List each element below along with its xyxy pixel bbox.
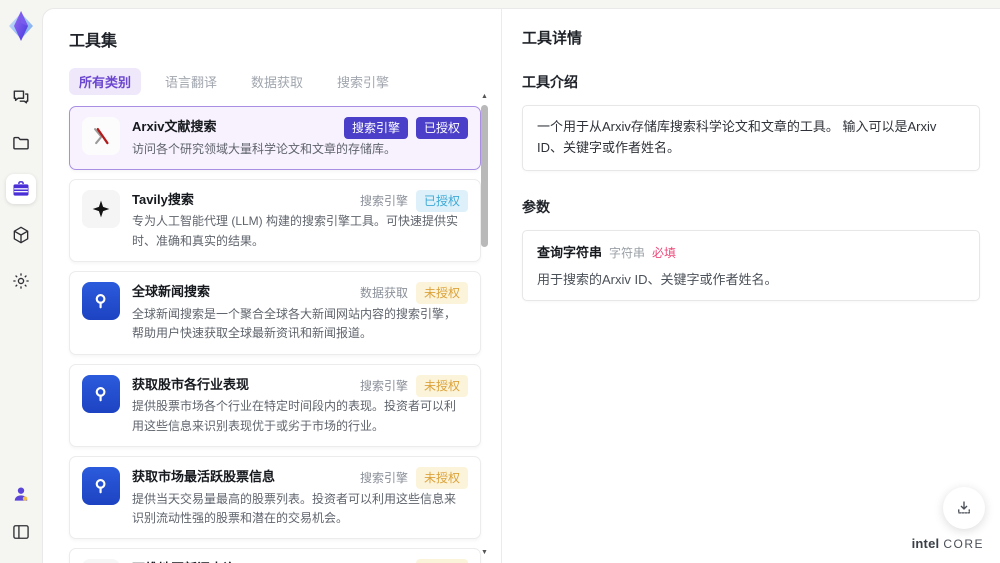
tool-badges: 搜索引擎 已授权 <box>343 117 468 139</box>
tab-language-translation[interactable]: 语言翻译 <box>155 68 227 95</box>
core-wordmark: core <box>943 537 984 551</box>
detail-title: 工具详情 <box>522 30 583 47</box>
intro-box: 一个用于从Arxiv存储库搜索科学论文和文章的工具。 输入可以是Arxiv ID… <box>522 105 980 171</box>
auth-status-badge: 未授权 <box>415 374 468 397</box>
tool-badges: 搜索引擎 未授权 <box>359 374 468 397</box>
tool-badges: 数据获取 未授权 <box>359 282 468 305</box>
category-badge: 搜索引擎 <box>343 117 408 139</box>
param-description: 用于搜索的Arxiv ID、关键字或作者姓名。 <box>537 271 778 287</box>
category-badge: 搜索引擎 <box>359 378 408 393</box>
app-logo-icon[interactable] <box>7 10 35 42</box>
left-rail <box>0 0 42 563</box>
tavily-star-icon <box>82 189 120 228</box>
param-name: 查询字符串 <box>537 244 603 260</box>
user-avatar-icon[interactable] <box>6 479 36 509</box>
category-badge: 数据获取 <box>359 286 408 301</box>
category-badge: 搜索引擎 <box>359 193 408 208</box>
toolbox-panel: 工具集 所有类别 语言翻译 数据获取 搜索引擎 Arxiv文献搜索 访问各个研究领域大… <box>43 9 501 563</box>
tool-card-tavily-search[interactable]: Tavily搜索 专为人工智能代理 (LLM) 构建的搜索引擎工具。可快速提供实… <box>69 178 481 263</box>
tool-description: 访问各个研究领域大量科学论文和文章的存储库。 <box>132 141 397 156</box>
download-button[interactable] <box>943 487 985 529</box>
tool-badges: 搜索引擎 已授权 <box>359 189 468 212</box>
sidebar-item-chat[interactable] <box>6 82 36 112</box>
category-badge: 搜索引擎 <box>360 559 408 563</box>
scroll-down-icon[interactable]: ▼ <box>480 549 489 557</box>
category-badge: 搜索引擎 <box>359 471 408 486</box>
tool-description: 提供股票市场各个行业在特定时间段内的表现。投资者可以利用这些信息来识别表现优于或… <box>132 399 457 433</box>
tab-all-categories[interactable]: 所有类别 <box>69 68 142 95</box>
tool-description: 专为人工智能代理 (LLM) 构建的搜索引擎工具。可快速提供实时、准确和真实的结… <box>132 214 459 248</box>
scroll-up-icon[interactable]: ▲ <box>480 93 489 101</box>
tool-badges: 搜索引擎 未授权 <box>359 467 468 490</box>
tool-card-most-active-stocks[interactable]: 获取市场最活跃股票信息 提供当天交易量最高的股票列表。投资者可以利用这些信息来识… <box>69 456 481 540</box>
global-search-icon <box>82 374 120 413</box>
main-content: 工具集 所有类别 语言翻译 数据获取 搜索引擎 Arxiv文献搜索 访问各个研究领域大… <box>42 8 1000 563</box>
auth-status-badge: 已授权 <box>415 189 468 212</box>
tool-description: 全球新闻搜索是一个聚合全球各大新闻网站内容的搜索引擎，帮助用户快速获取全球最新资… <box>132 306 457 341</box>
auth-status-badge: 未授权 <box>415 467 468 490</box>
tool-detail-panel: 工具详情 工具介绍 一个用于从Arxiv存储库搜索科学论文和文章的工具。 输入可… <box>501 9 1000 563</box>
intro-heading: 工具介绍 <box>522 74 578 90</box>
tool-badges: 搜索引擎 未授权 <box>360 559 468 563</box>
arxiv-logo-icon <box>82 117 120 155</box>
scrollbar-thumb[interactable] <box>481 105 488 247</box>
tool-list: Arxiv文献搜索 访问各个研究领域大量科学论文和文章的存储库。 搜索引擎 已授… <box>69 106 481 563</box>
tool-card-global-news-search[interactable]: 全球新闻搜索 全球新闻搜索是一个聚合全球各大新闻网站内容的搜索引擎，帮助用户快速… <box>69 271 481 355</box>
download-icon <box>958 501 970 514</box>
sidebar-item-files[interactable] <box>6 128 36 158</box>
global-search-icon <box>82 467 120 506</box>
page-title: 工具集 <box>69 33 118 50</box>
global-search-icon <box>82 282 120 321</box>
tool-description: 提供当天交易量最高的股票列表。投资者可以利用这些信息来识别流动性强的股票和潜在的… <box>132 491 457 525</box>
sidebar-item-toolbox[interactable] <box>6 174 36 204</box>
auth-status-badge: 已授权 <box>415 117 468 139</box>
intel-core-logo: intel core <box>912 535 984 553</box>
tab-data-fetch[interactable]: 数据获取 <box>241 68 313 95</box>
auth-status-badge: 未授权 <box>415 282 468 305</box>
intro-text: 一个用于从Arxiv存储库搜索科学论文和文章的工具。 输入可以是Arxiv ID… <box>537 119 937 155</box>
tool-card-stock-sector-performance[interactable]: 获取股市各行业表现 提供股票市场各个行业在特定时间段内的表现。投资者可以利用这些… <box>69 363 481 448</box>
list-scrollbar[interactable]: ▲ ▼ <box>480 93 489 557</box>
tool-card-arxiv-search[interactable]: Arxiv文献搜索 访问各个研究领域大量科学论文和文章的存储库。 搜索引擎 已授… <box>69 106 481 170</box>
sidebar-item-plugins[interactable] <box>6 220 36 250</box>
intel-wordmark: intel <box>911 536 940 551</box>
params-heading: 参数 <box>522 198 550 215</box>
tool-card-regional-news-query[interactable]: 万维地区新闻查询 查询具体行政区划内的新闻，快速了解各地新闻动态。 搜索引擎 未… <box>69 548 481 563</box>
tab-search-engine[interactable]: 搜索引擎 <box>327 68 399 95</box>
sidebar-item-settings[interactable] <box>6 266 36 296</box>
newspaper-icon <box>82 559 120 563</box>
param-required-badge: 必填 <box>652 245 677 260</box>
param-box: 查询字符串 字符串 必填 用于搜索的Arxiv ID、关键字或作者姓名。 <box>522 229 980 302</box>
panel-toggle-icon[interactable] <box>6 517 36 547</box>
auth-status-badge: 未授权 <box>415 559 468 563</box>
param-type: 字符串 <box>609 245 646 260</box>
category-tabs: 所有类别 语言翻译 数据获取 搜索引擎 <box>69 68 475 95</box>
